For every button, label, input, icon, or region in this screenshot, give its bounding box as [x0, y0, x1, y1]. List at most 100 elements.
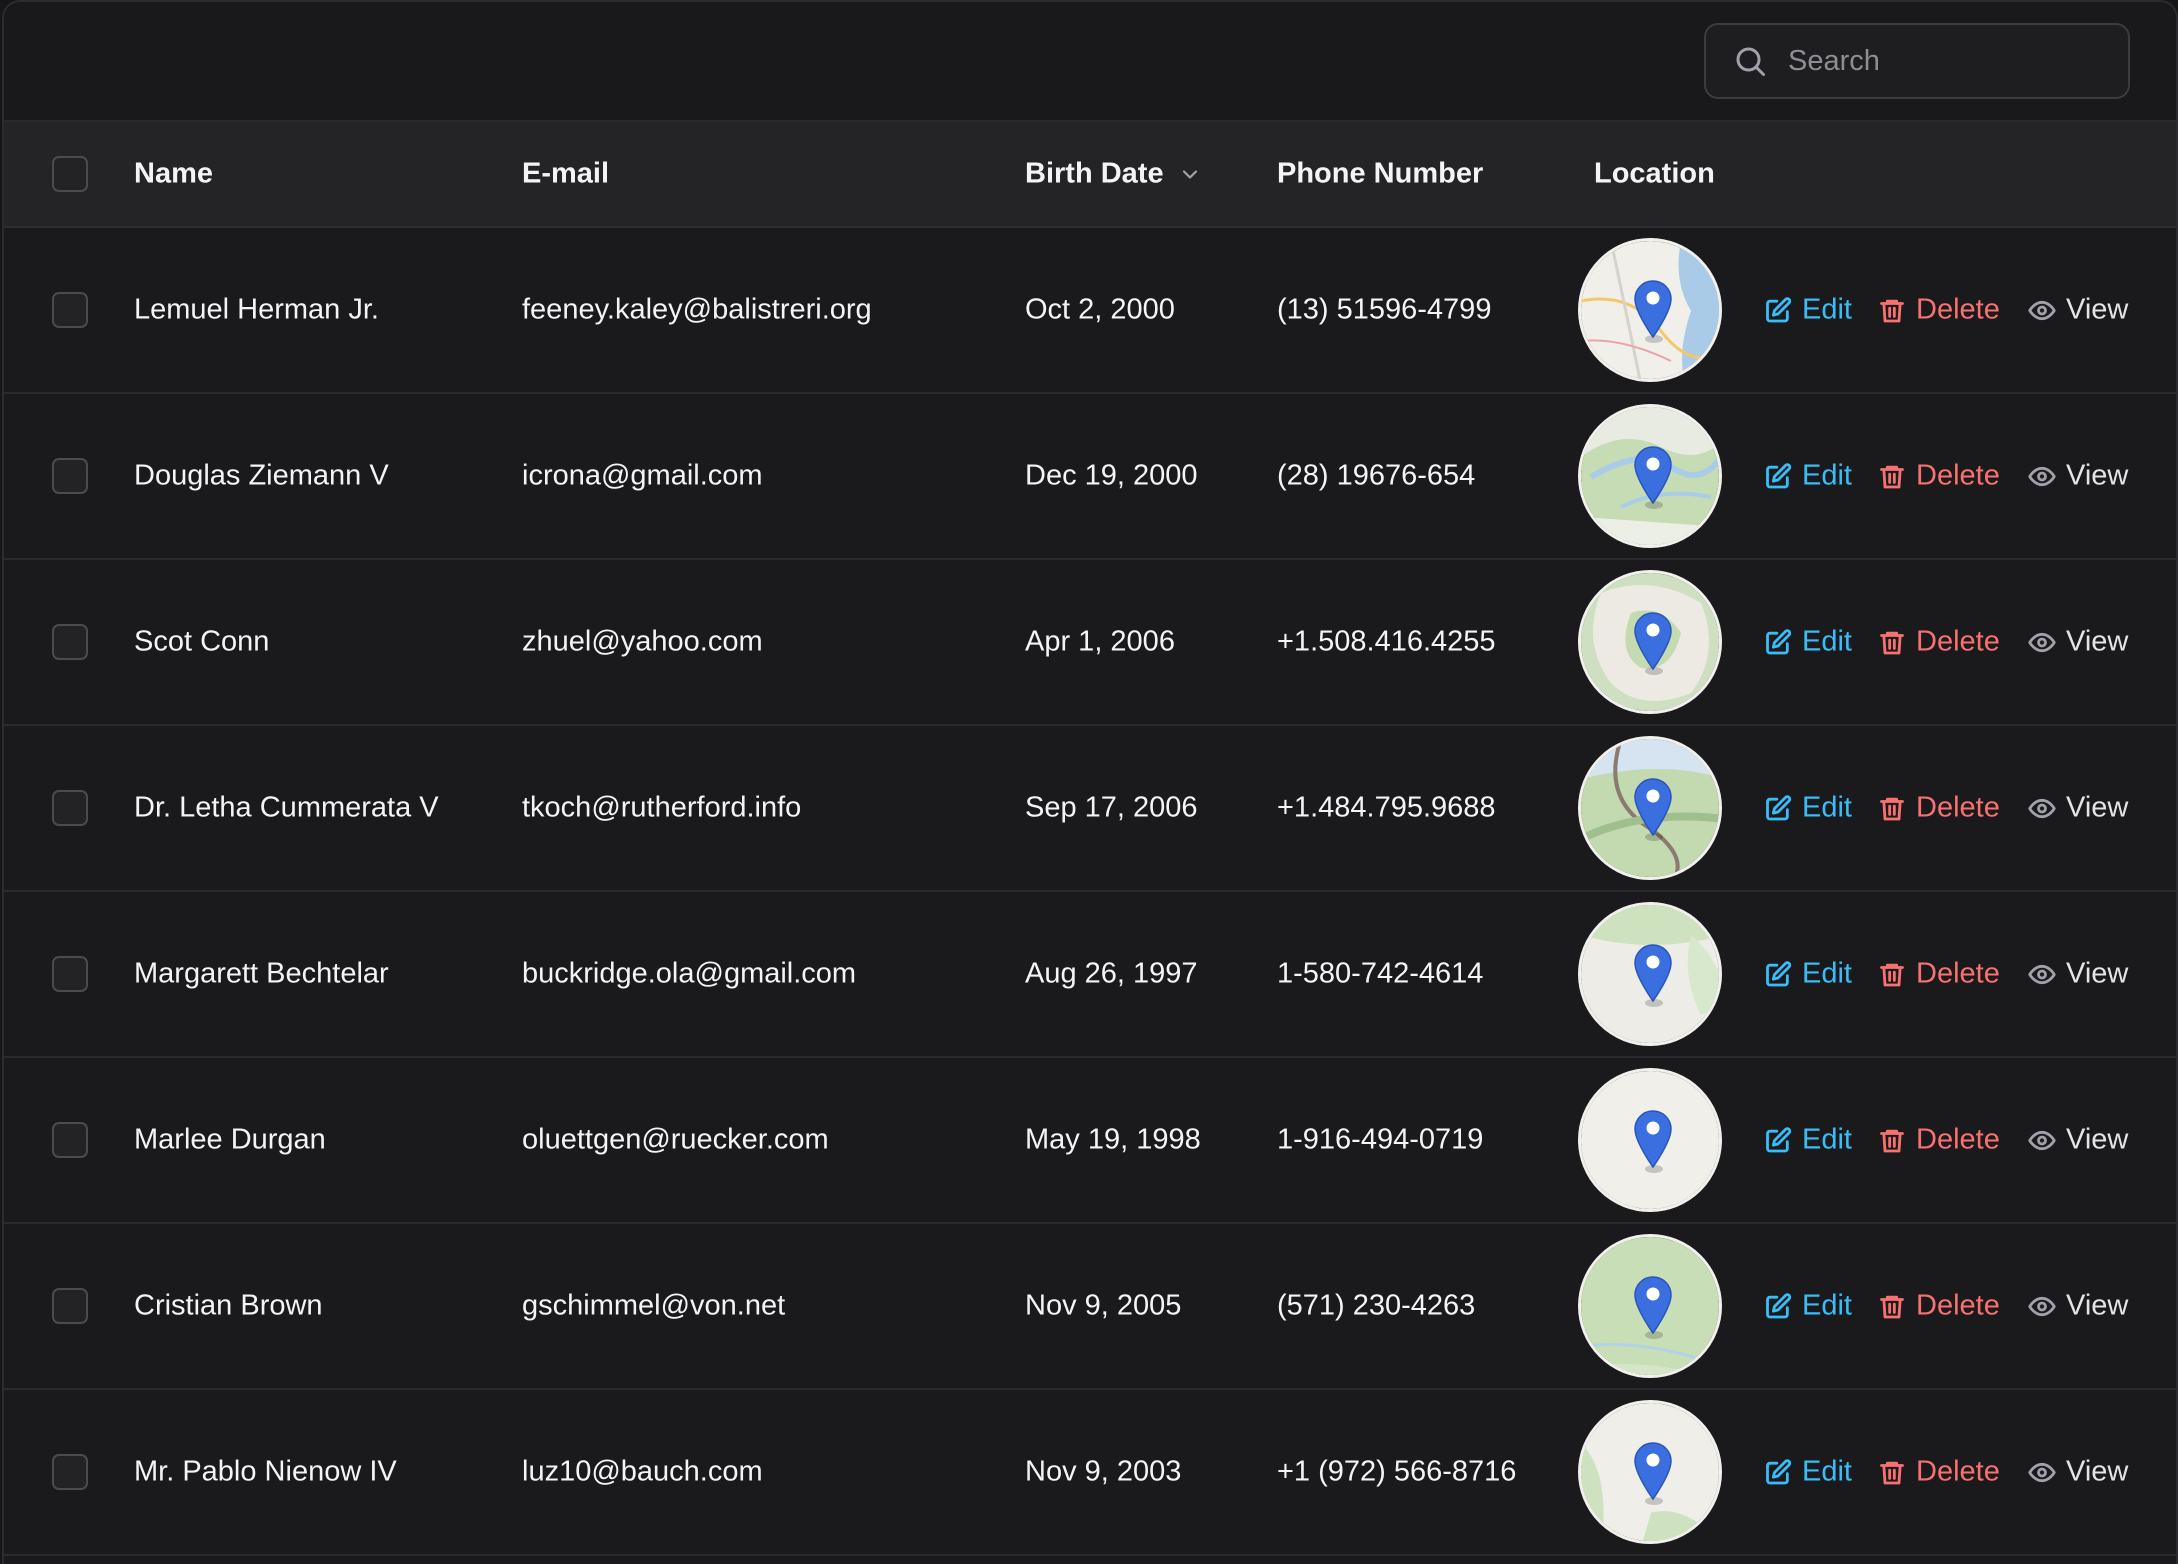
- view-button[interactable]: View: [2028, 294, 2128, 327]
- view-button[interactable]: View: [2028, 626, 2128, 659]
- view-button[interactable]: View: [2028, 792, 2128, 825]
- edit-button[interactable]: Edit: [1764, 792, 1852, 825]
- view-label: View: [2066, 293, 2129, 326]
- delete-button[interactable]: Delete: [1878, 1290, 2000, 1323]
- edit-button[interactable]: Edit: [1764, 958, 1852, 991]
- column-header-email[interactable]: E-mail: [522, 158, 609, 191]
- location-map-thumbnail[interactable]: [1578, 1234, 1722, 1378]
- table-row: Scot Conn zhuel@yahoo.com Apr 1, 2006 +1…: [4, 560, 2176, 726]
- users-table-panel: Name E-mail Birth Date Phone Number Loca…: [2, 0, 2178, 1564]
- edit-label: Edit: [1802, 1455, 1852, 1488]
- edit-icon: [1766, 1458, 1792, 1484]
- row-checkbox[interactable]: [52, 790, 88, 826]
- search-icon: [1736, 47, 1765, 76]
- table-row: Mr. Pablo Nienow IV luz10@bauch.com Nov …: [4, 1390, 2176, 1556]
- column-header-birth-date[interactable]: Birth Date: [1025, 158, 1202, 191]
- row-checkbox[interactable]: [52, 458, 88, 494]
- trash-icon: [1880, 963, 1904, 986]
- row-name: Marlee Durgan: [134, 1123, 326, 1156]
- row-name: Mr. Pablo Nienow IV: [134, 1455, 397, 1488]
- table-row: Margarett Bechtelar buckridge.ola@gmail.…: [4, 892, 2176, 1058]
- eye-icon: [2028, 466, 2056, 486]
- trash-icon: [1880, 797, 1904, 820]
- delete-label: Delete: [1916, 1123, 2000, 1156]
- row-birth-date: Oct 2, 2000: [1025, 293, 1175, 326]
- edit-icon: [1766, 794, 1792, 820]
- search-box[interactable]: [1704, 23, 2130, 99]
- edit-button[interactable]: Edit: [1764, 1456, 1852, 1489]
- delete-button[interactable]: Delete: [1878, 460, 2000, 493]
- edit-label: Edit: [1802, 1123, 1852, 1156]
- row-name: Margarett Bechtelar: [134, 957, 389, 990]
- delete-button[interactable]: Delete: [1878, 792, 2000, 825]
- edit-button[interactable]: Edit: [1764, 1124, 1852, 1157]
- select-all-checkbox[interactable]: [52, 156, 88, 192]
- delete-label: Delete: [1916, 957, 2000, 990]
- eye-icon: [2028, 798, 2056, 818]
- row-checkbox[interactable]: [52, 956, 88, 992]
- row-birth-date: May 19, 1998: [1025, 1123, 1201, 1156]
- row-checkbox[interactable]: [52, 624, 88, 660]
- table-row: Dr. Letha Cummerata V tkoch@rutherford.i…: [4, 726, 2176, 892]
- row-phone: +1.484.795.9688: [1277, 791, 1496, 824]
- column-header-phone[interactable]: Phone Number: [1277, 158, 1483, 191]
- row-checkbox[interactable]: [52, 1454, 88, 1490]
- location-map-thumbnail[interactable]: [1578, 404, 1722, 548]
- column-header-name[interactable]: Name: [134, 158, 213, 191]
- view-label: View: [2066, 791, 2129, 824]
- table-row: Lemuel Herman Jr. feeney.kaley@balistrer…: [4, 228, 2176, 394]
- row-phone: (571) 230-4263: [1277, 1289, 1476, 1322]
- edit-button[interactable]: Edit: [1764, 626, 1852, 659]
- view-label: View: [2066, 1289, 2129, 1322]
- column-header-location[interactable]: Location: [1594, 158, 1715, 191]
- delete-button[interactable]: Delete: [1878, 626, 2000, 659]
- table-toolbar: [4, 2, 2176, 122]
- row-email: buckridge.ola@gmail.com: [522, 957, 857, 990]
- edit-label: Edit: [1802, 957, 1852, 990]
- row-name: Dr. Letha Cummerata V: [134, 791, 439, 824]
- trash-icon: [1880, 299, 1904, 322]
- search-input[interactable]: [1788, 44, 2118, 78]
- location-map-thumbnail[interactable]: [1578, 238, 1722, 382]
- delete-label: Delete: [1916, 1289, 2000, 1322]
- row-email: feeney.kaley@balistreri.org: [522, 293, 872, 326]
- map-pin-icon: [1581, 1403, 1719, 1541]
- eye-icon: [2028, 1462, 2056, 1482]
- map-pin-icon: [1581, 1071, 1719, 1209]
- view-button[interactable]: View: [2028, 1124, 2128, 1157]
- view-button[interactable]: View: [2028, 958, 2128, 991]
- location-map-thumbnail[interactable]: [1578, 1068, 1722, 1212]
- trash-icon: [1880, 1295, 1904, 1318]
- location-map-thumbnail[interactable]: [1578, 1400, 1722, 1544]
- edit-icon: [1766, 628, 1792, 654]
- location-map-thumbnail[interactable]: [1578, 570, 1722, 714]
- column-header-birth-date-label: Birth Date: [1025, 157, 1164, 190]
- edit-button[interactable]: Edit: [1764, 460, 1852, 493]
- map-pin-icon: [1581, 407, 1719, 545]
- edit-label: Edit: [1802, 791, 1852, 824]
- row-phone: +1 (972) 566-8716: [1277, 1455, 1517, 1488]
- edit-button[interactable]: Edit: [1764, 1290, 1852, 1323]
- edit-icon: [1766, 296, 1792, 322]
- chevron-down-icon[interactable]: [1178, 163, 1202, 187]
- location-map-thumbnail[interactable]: [1578, 902, 1722, 1046]
- trash-icon: [1880, 1461, 1904, 1484]
- row-checkbox[interactable]: [52, 1122, 88, 1158]
- view-button[interactable]: View: [2028, 1290, 2128, 1323]
- view-button[interactable]: View: [2028, 460, 2128, 493]
- view-button[interactable]: View: [2028, 1456, 2128, 1489]
- location-map-thumbnail[interactable]: [1578, 736, 1722, 880]
- delete-button[interactable]: Delete: [1878, 294, 2000, 327]
- row-checkbox[interactable]: [52, 292, 88, 328]
- edit-icon: [1766, 1126, 1792, 1152]
- edit-icon: [1766, 1292, 1792, 1318]
- delete-button[interactable]: Delete: [1878, 1124, 2000, 1157]
- row-email: gschimmel@von.net: [522, 1289, 786, 1322]
- table-body: Lemuel Herman Jr. feeney.kaley@balistrer…: [4, 228, 2176, 1556]
- delete-label: Delete: [1916, 459, 2000, 492]
- row-checkbox[interactable]: [52, 1288, 88, 1324]
- delete-button[interactable]: Delete: [1878, 1456, 2000, 1489]
- delete-button[interactable]: Delete: [1878, 958, 2000, 991]
- row-birth-date: Nov 9, 2005: [1025, 1289, 1182, 1322]
- edit-button[interactable]: Edit: [1764, 294, 1852, 327]
